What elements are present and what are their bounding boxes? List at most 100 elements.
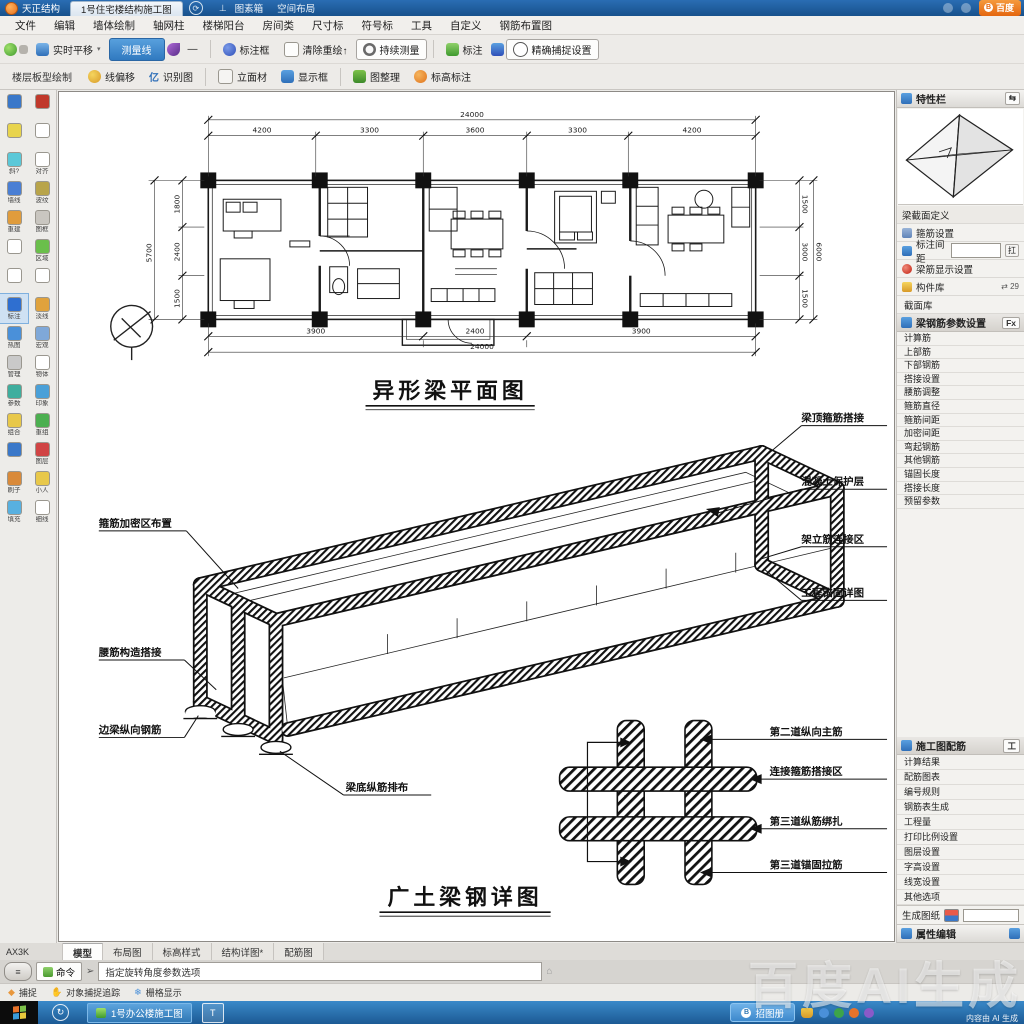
param-row[interactable]: 腰筋调整 [897, 386, 1024, 400]
toolbox-item[interactable]: 管理 [0, 352, 28, 381]
layout-tab[interactable]: 布局图 [103, 943, 153, 960]
tray-icon[interactable] [834, 1008, 844, 1018]
menu-item[interactable]: 轴网柱 [144, 16, 194, 34]
param-row[interactable]: 锚固长度 [897, 468, 1024, 482]
menu-item[interactable]: 墙体绘制 [84, 16, 144, 34]
construction-row[interactable]: 配筋图表 [897, 770, 1024, 785]
tray-icon[interactable] [864, 1008, 874, 1018]
line-tool-button[interactable]: — [182, 42, 204, 57]
library-count[interactable]: ⇄ 29 [1001, 282, 1019, 291]
elevation-button[interactable]: 立面材 [212, 67, 273, 86]
spacing-button[interactable]: 扛 [1005, 244, 1019, 257]
rebar-params-header[interactable]: 梁钢筋参数设置 Fx [897, 314, 1024, 332]
toolbox-item[interactable]: 对齐 [28, 149, 56, 178]
menu-item[interactable]: 房间类 [254, 16, 304, 34]
attribute-right-icon[interactable] [1009, 928, 1020, 939]
identify-button[interactable]: 亿 识别图 [143, 67, 199, 86]
toolbox-item[interactable]: 淡线 [28, 294, 56, 323]
attribute-edit-header[interactable]: 属性编辑 [897, 925, 1024, 943]
menu-item[interactable]: 编辑 [45, 16, 84, 34]
toolbox-item[interactable]: 图框 [28, 207, 56, 236]
menu-item[interactable]: 楼梯阳台 [194, 16, 254, 34]
param-row[interactable]: 下部钢筋 [897, 359, 1024, 373]
menu-item[interactable]: 符号标 [353, 16, 403, 34]
layout-tab[interactable]: 标高样式 [153, 943, 212, 960]
status-toggle[interactable]: ◆ 捕捉 [8, 986, 37, 999]
generate-drawing-row[interactable]: 生成图纸 [897, 905, 1024, 925]
construction-row[interactable]: 打印比例设置 [897, 830, 1024, 845]
panel-collapse-button[interactable]: ⇆ [1005, 92, 1020, 105]
spacing-input[interactable] [951, 243, 1001, 258]
taskbar-app-button[interactable]: 1号办公楼施工图 [87, 1003, 192, 1023]
construction-row[interactable]: 图层设置 [897, 845, 1024, 860]
menu-item[interactable]: 尺寸标 [303, 16, 353, 34]
command-chip[interactable]: 命令 [36, 962, 82, 981]
toolbox-item[interactable]: 组合 [0, 410, 28, 439]
toolbox-item[interactable]: 填充 [0, 497, 28, 526]
tidy-button[interactable]: 图整理 [347, 67, 406, 86]
toolbox-item[interactable]: 细线 [28, 497, 56, 526]
row-rebar-display[interactable]: 梁筋显示设置 [897, 260, 1024, 278]
tray-icon[interactable] [849, 1008, 859, 1018]
params-fx-button[interactable]: Fx [1002, 317, 1020, 329]
taskbar-pinned-app[interactable]: T [202, 1003, 224, 1023]
audio-icon[interactable] [19, 45, 28, 54]
construction-row[interactable]: 钢筋表生成 [897, 800, 1024, 815]
param-row[interactable]: 弯起钢筋 [897, 441, 1024, 455]
construction-row[interactable]: 字高设置 [897, 860, 1024, 875]
param-row[interactable]: 加密间距 [897, 427, 1024, 441]
menu-item[interactable]: 自定义 [441, 16, 491, 34]
construction-header[interactable]: 施工图配筋 工 [897, 737, 1024, 755]
layout-tab[interactable]: 模型 [63, 943, 103, 961]
titlebar-menu-1[interactable]: 图素箱 [235, 1, 264, 15]
layer-template-label[interactable]: 楼层板型绘制 [4, 69, 80, 84]
measure-line-button[interactable]: 测量线 [109, 38, 165, 61]
status-toggle[interactable]: ✋ 对象捕捉追踪 [51, 986, 120, 999]
toolbox-item[interactable]: 宏观 [28, 323, 56, 352]
param-row[interactable]: 箍筋直径 [897, 400, 1024, 414]
toolbox-item[interactable]: 区域 [28, 236, 56, 265]
row-component-library[interactable]: 构件库 ⇄ 29 [897, 278, 1024, 296]
toolbox-item[interactable]: 参数 [0, 381, 28, 410]
pin-icon[interactable]: ⊥ [219, 3, 227, 14]
toolbox-item[interactable]: 波纹 [28, 178, 56, 207]
param-row[interactable]: 搭接设置 [897, 373, 1024, 387]
tray-basket-icon[interactable] [801, 1008, 813, 1018]
command-option-icon[interactable]: ⌂ [546, 966, 552, 977]
toolbox-item[interactable] [28, 91, 56, 120]
snap-settings-button[interactable]: 精确捕捉设置 [506, 39, 599, 60]
toolbox-item[interactable]: 重组 [28, 410, 56, 439]
pen-icon[interactable] [167, 43, 180, 56]
tray-main-button[interactable]: B 招图册 [730, 1003, 795, 1022]
toolbox-item[interactable]: 墙线 [0, 178, 28, 207]
tag-button[interactable]: 标注 [440, 40, 489, 59]
construction-row[interactable]: 工程量 [897, 815, 1024, 830]
command-input[interactable] [98, 962, 542, 981]
level-button[interactable]: 标高标注 [408, 67, 477, 86]
toolbox-item[interactable] [0, 439, 28, 468]
drawing-canvas[interactable]: 24000 4200 3300 3600 3300 4200 5700 1800… [58, 91, 895, 942]
continuous-measure-button[interactable]: 持续测量 [356, 39, 427, 60]
refresh-icon[interactable]: ⟳ [189, 1, 203, 15]
menu-item[interactable]: 钢筋布置图 [491, 16, 562, 34]
toolbox-item[interactable]: 印象 [28, 381, 56, 410]
row-section-library[interactable]: 截面库 [897, 296, 1024, 314]
toolbox-item[interactable]: 热图 [0, 323, 28, 352]
toolbox-item[interactable]: 图层 [28, 439, 56, 468]
flag-icon[interactable] [491, 43, 504, 56]
toolbox-item[interactable]: 物体 [28, 352, 56, 381]
show-desktop-icon[interactable]: ↻ [52, 1004, 69, 1021]
command-history-button[interactable]: ≡ [4, 962, 32, 981]
toolbox-item[interactable] [0, 236, 28, 265]
param-row[interactable]: 搭接长度 [897, 482, 1024, 496]
param-row[interactable]: 预留参数 [897, 495, 1024, 509]
toolbox-item[interactable] [0, 265, 28, 294]
annotate-box-button[interactable]: 标注框 [217, 40, 276, 59]
row-section-definition[interactable]: 梁截面定义 [897, 206, 1024, 224]
layout-tab[interactable]: 配筋图 [274, 943, 324, 960]
titlebar-menu-2[interactable]: 空间布局 [277, 1, 315, 15]
construction-row[interactable]: 线宽设置 [897, 875, 1024, 890]
display-button[interactable]: 显示框 [275, 67, 334, 86]
toolbox-item[interactable]: 刷子 [0, 468, 28, 497]
param-row[interactable]: 上部筋 [897, 346, 1024, 360]
